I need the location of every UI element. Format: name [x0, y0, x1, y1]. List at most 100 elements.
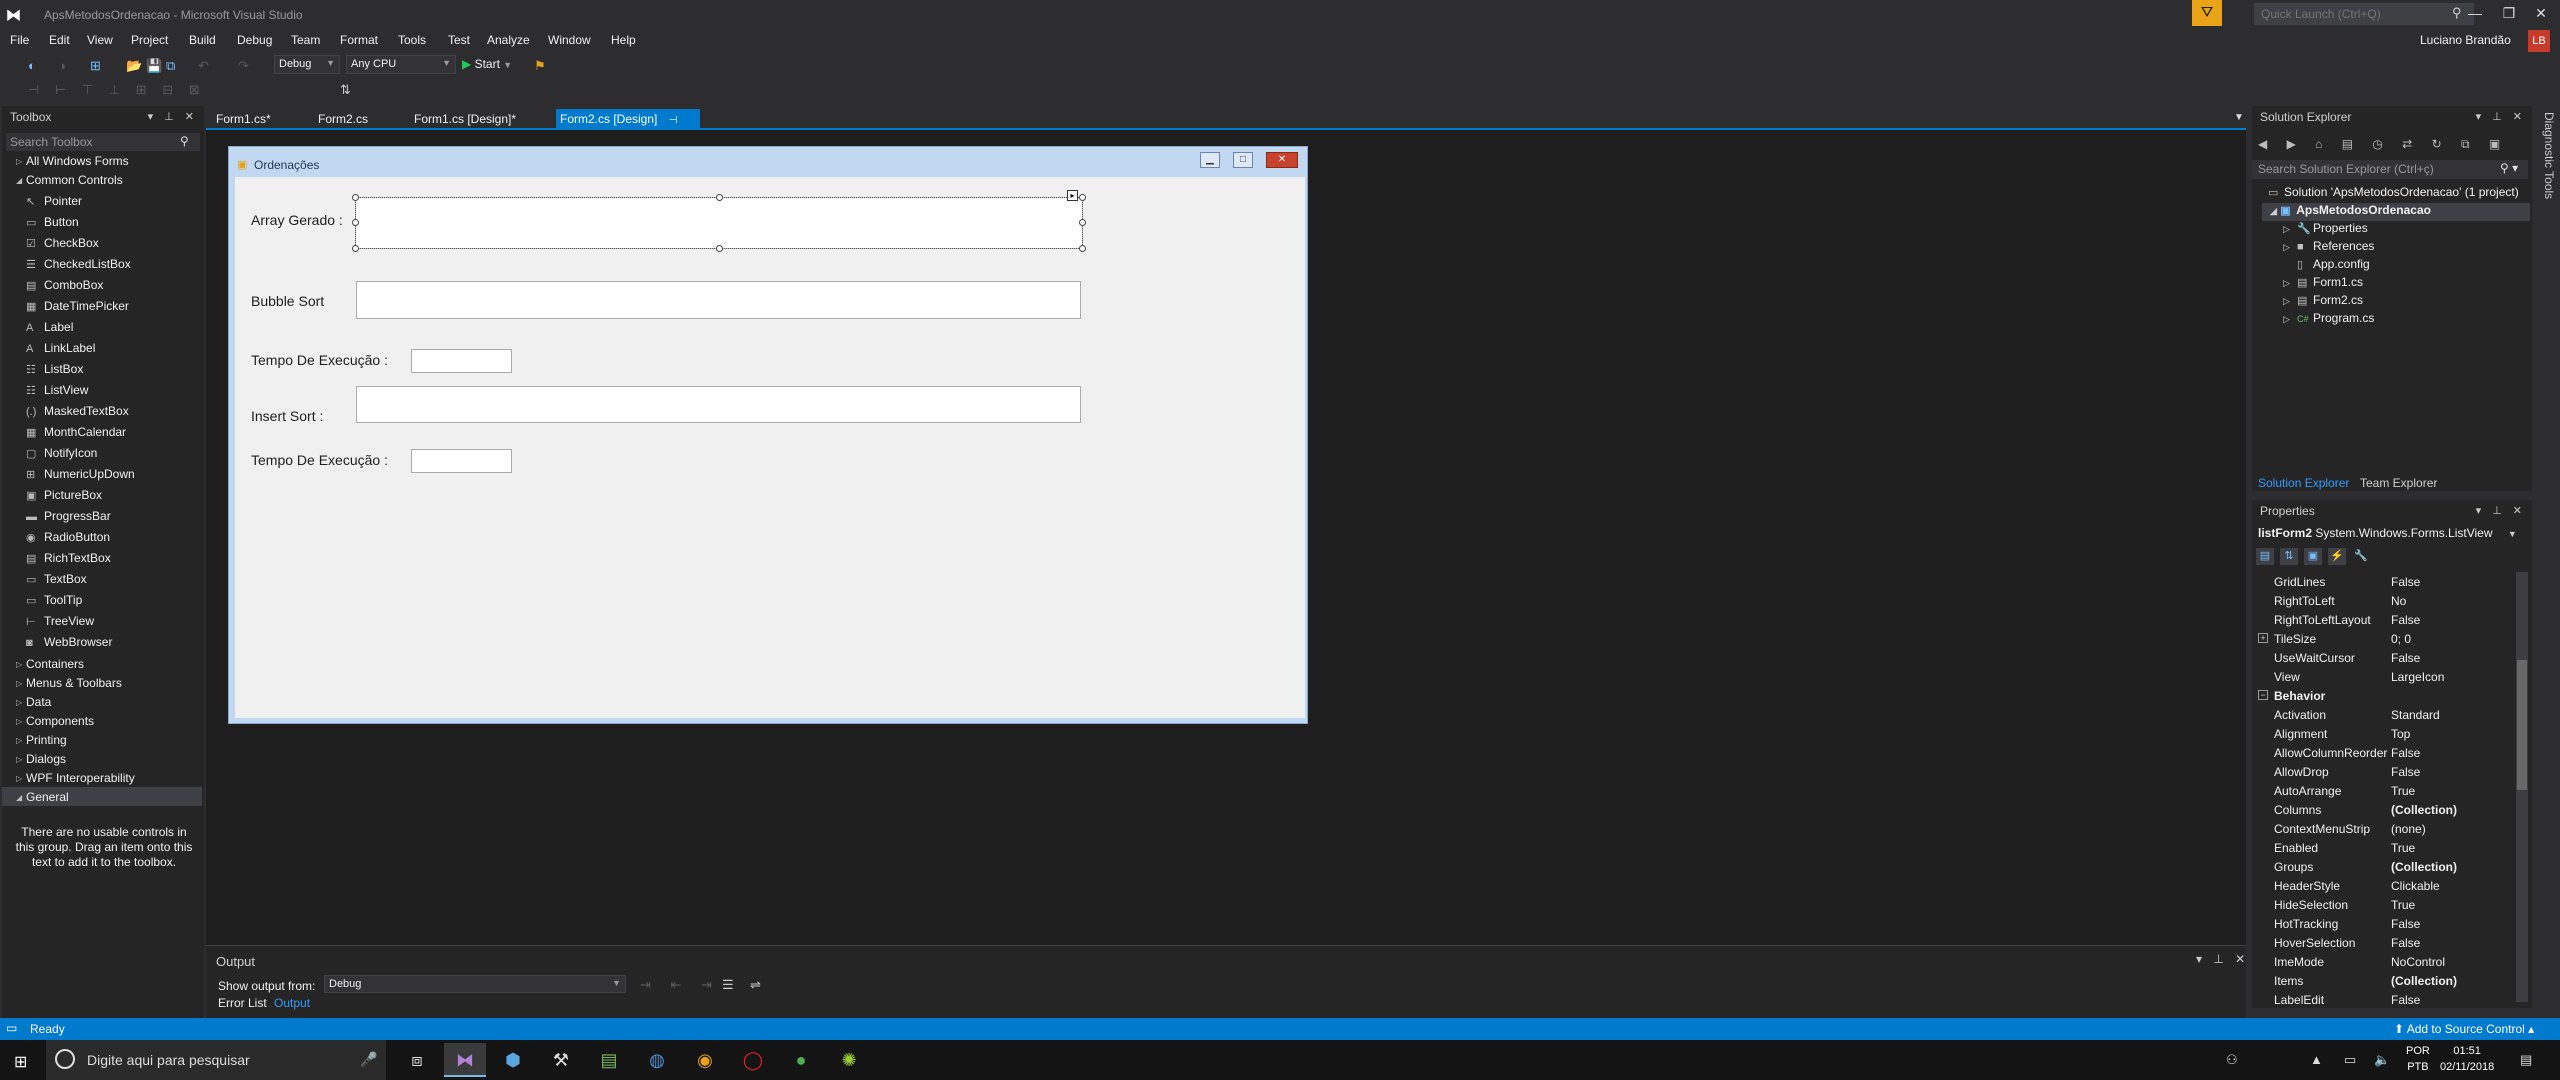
microphone-icon[interactable]: 🎤	[360, 1051, 377, 1068]
property-pages-icon[interactable]: 🔧	[2352, 548, 2370, 565]
toolbox-group-common-controls[interactable]: ◢ Common Controls	[16, 173, 123, 192]
word-wrap-icon[interactable]: ⇌	[750, 977, 761, 993]
avatar[interactable]: LB	[2528, 30, 2550, 52]
diagnostic-tools-strip[interactable]	[2534, 106, 2560, 1026]
properties-icon[interactable]: ▣	[2304, 548, 2322, 565]
back-icon[interactable]: ◐	[28, 58, 36, 73]
menu-team[interactable]: Team	[291, 33, 320, 47]
property-value[interactable]: No	[2391, 594, 2406, 608]
panel-controls-icon[interactable]: ▾ ⊥ ✕	[2476, 504, 2526, 517]
property-value[interactable]: True	[2391, 784, 2415, 798]
property-row[interactable]: LabelEdit False	[2258, 990, 2514, 1004]
property-row[interactable]: RightToLeft No	[2258, 591, 2514, 610]
property-value[interactable]: Standard	[2391, 708, 2440, 722]
property-row[interactable]: Enabled True	[2258, 838, 2514, 857]
property-row[interactable]: ContextMenuStrip (none)	[2258, 819, 2514, 838]
panel-controls-icon[interactable]: ▾ ⊥ ✕	[2476, 110, 2526, 123]
property-row[interactable]: HoverSelection False	[2258, 933, 2514, 952]
toolbox-group[interactable]: ▷ Printing	[16, 733, 67, 752]
toolbox-item[interactable]: ▭ ToolTip	[26, 593, 82, 614]
tab-dropdown-icon[interactable]: ▼	[2234, 112, 2244, 123]
property-value[interactable]: False	[2391, 613, 2420, 627]
attach-icon[interactable]: ⚑	[534, 58, 546, 74]
property-row[interactable]: Groups (Collection)	[2258, 857, 2514, 876]
resize-handle[interactable]	[352, 194, 359, 201]
menu-edit[interactable]: Edit	[49, 33, 70, 47]
start-button[interactable]: ▶ Start ▼	[462, 57, 512, 71]
property-value[interactable]: False	[2391, 575, 2420, 589]
tab-form1-cs[interactable]: Form1.cs*	[216, 112, 271, 126]
toolbox-group-all-windows-forms[interactable]: ▷ All Windows Forms	[16, 154, 129, 173]
tab-form2-design[interactable]: Form2.cs [Design] ⊣ ✕	[556, 109, 700, 140]
output-source-select[interactable]: Debug ▼	[324, 975, 626, 993]
property-row[interactable]: + TileSize 0; 0	[2258, 629, 2514, 648]
solution-item[interactable]: ▷ C# Program.cs	[2283, 311, 2374, 329]
property-value[interactable]: False	[2391, 917, 2420, 931]
property-row[interactable]: Activation Standard	[2258, 705, 2514, 724]
property-value[interactable]: NoControl	[2391, 955, 2445, 969]
property-value[interactable]: False	[2391, 993, 2420, 1004]
property-row[interactable]: AllowColumnReorder False	[2258, 743, 2514, 762]
property-value[interactable]: (Collection)	[2391, 860, 2457, 874]
property-row[interactable]: AutoArrange True	[2258, 781, 2514, 800]
menu-analyze[interactable]: Analyze	[487, 33, 530, 47]
property-row[interactable]: AllowDrop False	[2258, 762, 2514, 781]
open-file-icon[interactable]: 📂	[126, 58, 142, 74]
expand-icon[interactable]: +	[2258, 633, 2268, 643]
user-name[interactable]: Luciano Brandão	[2420, 33, 2511, 47]
menu-view[interactable]: View	[87, 33, 113, 47]
list-bubble-sort[interactable]	[356, 281, 1081, 319]
toolbox-item[interactable]: ◉ RadioButton	[26, 530, 110, 551]
menu-debug[interactable]: Debug	[237, 33, 272, 47]
textbox-tempo-1[interactable]	[411, 349, 512, 373]
toolbox-group[interactable]: ▷ Components	[16, 714, 94, 733]
alphabetical-icon[interactable]: ⇅	[2280, 548, 2298, 565]
property-category[interactable]: − Behavior	[2258, 686, 2514, 705]
menu-format[interactable]: Format	[340, 33, 378, 47]
utorrent-icon[interactable]: ●	[780, 1043, 822, 1077]
solution-explorer-search-input[interactable]: Search Solution Explorer (Ctrl+ç)	[2252, 160, 2528, 179]
resize-handle[interactable]	[716, 194, 723, 201]
property-row[interactable]: GridLines False	[2258, 572, 2514, 591]
property-row[interactable]: HeaderStyle Clickable	[2258, 876, 2514, 895]
windows-start-icon[interactable]: ⊞	[14, 1052, 27, 1072]
menu-build[interactable]: Build	[189, 33, 216, 47]
quick-launch-input[interactable]	[2254, 3, 2474, 25]
new-project-icon[interactable]: ⊞	[90, 58, 101, 74]
label-array-gerado[interactable]: Array Gerado :	[251, 212, 343, 228]
resize-handle[interactable]	[352, 245, 359, 252]
categorized-icon[interactable]: ▤	[2256, 548, 2274, 565]
input-language[interactable]: POR PTB	[2406, 1043, 2430, 1075]
toolbox-item[interactable]: ☷ ListBox	[26, 362, 83, 383]
property-row[interactable]: HideSelection True	[2258, 895, 2514, 914]
solution-node[interactable]: ▭ Solution 'ApsMetodosOrdenacao' (1 proje…	[2268, 185, 2519, 203]
property-row[interactable]: RightToLeftLayout False	[2258, 610, 2514, 629]
toolbox-item[interactable]: ▦ DateTimePicker	[26, 299, 129, 320]
toolbox-item[interactable]: ☰ CheckedListBox	[26, 257, 131, 278]
toolbox-item[interactable]: A Label	[26, 320, 73, 341]
panel-controls-icon[interactable]: ▾ ⊥ ✕	[2196, 952, 2249, 966]
solution-item[interactable]: ▷ 🔧 Properties	[2283, 221, 2368, 239]
property-value[interactable]: (Collection)	[2391, 803, 2457, 817]
source-control-button[interactable]: ⬆ Add to Source Control ▴	[2394, 1022, 2534, 1036]
menu-tools[interactable]: Tools	[398, 33, 426, 47]
feedback-filter-icon[interactable]: ⛛	[2192, 0, 2222, 26]
solution-item[interactable]: ▯ App.config	[2283, 257, 2370, 275]
menu-help[interactable]: Help	[611, 33, 636, 47]
solution-item[interactable]: ▷ ▤ Form1.cs	[2283, 275, 2363, 293]
property-row[interactable]: Columns (Collection)	[2258, 800, 2514, 819]
toolbox-item[interactable]: ▦ MonthCalendar	[26, 425, 126, 446]
opera-icon[interactable]: ◯	[732, 1043, 774, 1077]
volume-icon[interactable]: 🔈	[2374, 1052, 2390, 1068]
smart-tag-icon[interactable]: ▸	[1067, 190, 1078, 201]
menu-file[interactable]: File	[10, 33, 29, 47]
property-value[interactable]: Clickable	[2391, 879, 2440, 893]
toolbox-item[interactable]: ⊢ TreeView	[26, 614, 94, 635]
toolbox-item[interactable]: ▢ NotifyIcon	[26, 446, 97, 467]
property-value[interactable]: True	[2391, 841, 2415, 855]
menu-project[interactable]: Project	[131, 33, 168, 47]
toolbox-group[interactable]: ◢ General	[16, 790, 69, 809]
resize-handle[interactable]	[1079, 194, 1086, 201]
label-tempo-execucao-2[interactable]: Tempo De Execução :	[251, 452, 388, 468]
property-value[interactable]: 0; 0	[2391, 632, 2411, 646]
